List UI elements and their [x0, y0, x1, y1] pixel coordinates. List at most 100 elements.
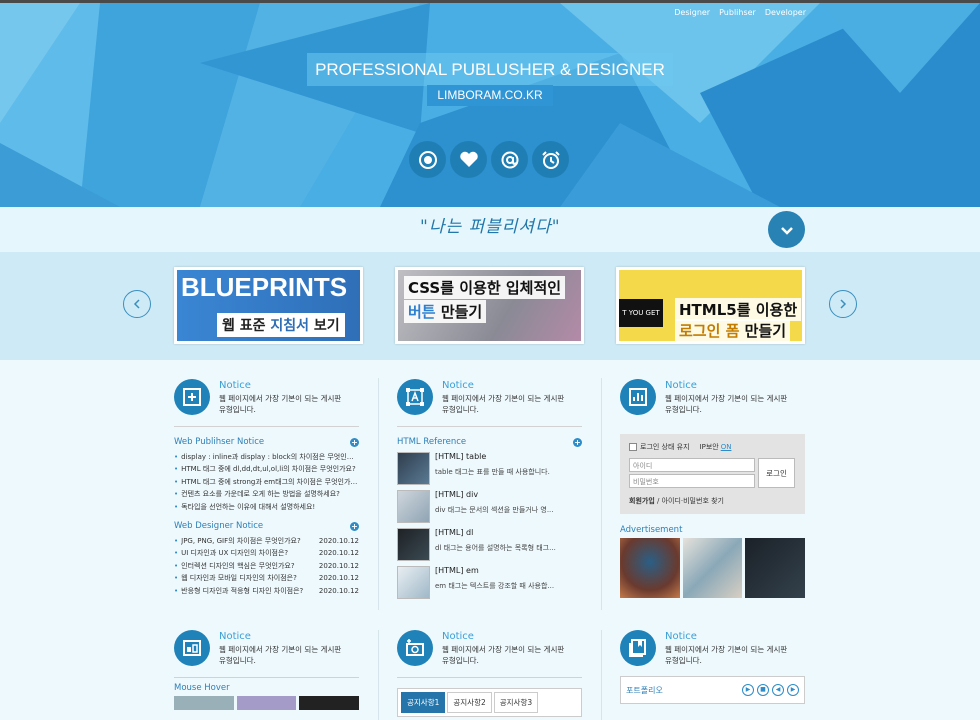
stop-button[interactable]: ■ [757, 684, 769, 696]
keep-login-checkbox[interactable] [629, 443, 637, 451]
list-item[interactable]: • 컨텐츠 요소를 가운데로 오게 하는 방법을 설명하세요? [174, 488, 359, 500]
notice-icon-circle [397, 379, 433, 415]
add-box-icon [183, 388, 201, 406]
join-link[interactable]: 회원가입 [629, 497, 655, 505]
nav-publisher[interactable]: Publihser [719, 8, 756, 17]
slide-line2: 버튼 만들기 [404, 300, 487, 323]
notice-icon-circle [620, 379, 656, 415]
slider-prev-button[interactable] [123, 290, 151, 318]
hero-heart-button[interactable] [450, 141, 487, 178]
hero-alarm-button[interactable] [532, 141, 569, 178]
portfolio-controls: ▶ ■ ◀ ▶ [742, 684, 799, 696]
keep-login-label: 로그인 상태 유지 [640, 443, 690, 451]
more-button[interactable]: + [350, 521, 359, 531]
tab-notice-1[interactable]: 공지사항1 [401, 692, 446, 713]
ad-image[interactable] [745, 538, 806, 598]
slide-html5-login[interactable]: T YOU GET HTML5를 이용한 로그인 폼 만들기 [616, 267, 805, 344]
column-divider [378, 378, 379, 610]
list-item[interactable]: • JPG, PNG, GIF의 차이점은 무엇인가요? 2020.10.12 [174, 535, 359, 547]
portfolio-title: 포트폴리오 [626, 685, 663, 695]
reference-item[interactable]: [HTML] em em 태그는 텍스트를 강조할 때 사용합... [397, 566, 582, 599]
notice-header: Notice 웹 페이지에서 가장 기본이 되는 게시판 유형입니다. [397, 379, 582, 415]
target-icon [418, 150, 437, 169]
more-button[interactable]: + [573, 437, 582, 447]
notice-title: Notice [219, 631, 251, 642]
column-reference: Notice 웹 페이지에서 가장 기본이 되는 게시판 유형입니다. HTML … [397, 379, 582, 599]
hero-at-button[interactable] [491, 141, 528, 178]
list-item[interactable]: • 독타입을 선언하는 이유에 대해서 설명하세요! [174, 501, 359, 513]
play-button[interactable]: ▶ [742, 684, 754, 696]
reference-item[interactable]: [HTML] table table 태그는 표를 만들 때 사용합니다. [397, 452, 582, 485]
heart-icon [459, 151, 478, 167]
notice-header: Notice 웹 페이지에서 가장 기본이 되는 게시판 유형입니다. [620, 630, 805, 666]
slide-label: 웹 표준 지침서 보기 [217, 313, 345, 337]
notice-header: Notice 웹 페이지에서 가장 기본이 되는 게시판 유형입니다. [620, 379, 805, 415]
slider-next-button[interactable] [829, 290, 857, 318]
slide-big-text: BLUEPRINTS [181, 272, 348, 302]
slide-css-button[interactable]: CSS를 이용한 입체적인 버튼 만들기 [395, 267, 584, 344]
reference-item[interactable]: [HTML] div div 태그는 문서의 섹션을 만들거나 영... [397, 490, 582, 523]
column-hover: Notice 웹 페이지에서 가장 기본이 되는 게시판 유형입니다. Mouse… [174, 630, 360, 710]
hero-icon-group [409, 141, 569, 178]
find-account-link[interactable]: / 아이디·비밀번호 찾기 [655, 497, 724, 505]
divider [174, 677, 359, 678]
ad-image[interactable] [620, 538, 680, 598]
notice-header: Notice 웹 페이지에서 가장 기본이 되는 게시판 유형입니다. [397, 630, 582, 666]
list-item[interactable]: • 인터렉션 디자인의 핵심은 무엇인가요? 2020.10.12 [174, 560, 359, 572]
advertisement-title: Advertisement [620, 525, 683, 535]
more-button[interactable]: + [350, 437, 359, 447]
bar-chart-icon [629, 388, 647, 406]
divider [397, 426, 582, 427]
next-button[interactable]: ▶ [787, 684, 799, 696]
password-input[interactable]: 비밀번호 [629, 474, 755, 488]
divider [174, 426, 359, 427]
id-input[interactable]: 아이디 [629, 458, 755, 472]
notice-icon-circle [174, 379, 210, 415]
chevron-right-icon [840, 299, 847, 309]
notice-desc: 웹 페이지에서 가장 기본이 되는 게시판 유형입니다. [442, 394, 565, 414]
notice-header: Notice 웹 페이지에서 가장 기본이 되는 게시판 유형입니다. [174, 379, 359, 415]
scroll-down-button[interactable] [768, 211, 805, 248]
list-item[interactable]: • 웹 디자인과 모바일 디자인의 차이점은? 2020.10.12 [174, 572, 359, 584]
nav-designer[interactable]: Designer [674, 8, 710, 17]
tab-notice-2[interactable]: 공지사항2 [447, 692, 492, 713]
column-login: Notice 웹 페이지에서 가장 기본이 되는 게시판 유형입니다. 로그인 상… [620, 379, 806, 598]
section-title: Web Designer Notice [174, 521, 264, 532]
hero-title: PROFESSIONAL PUBLUSHER & DESIGNER [307, 53, 673, 86]
column-portfolio: Notice 웹 페이지에서 가장 기본이 되는 게시판 유형입니다. 포트폴리오… [620, 630, 805, 704]
hover-image[interactable] [299, 696, 360, 710]
column-publisher: Notice 웹 페이지에서 가장 기본이 되는 게시판 유형입니다. Web P… [174, 379, 359, 597]
notice-desc: 웹 페이지에서 가장 기본이 되는 게시판 유형입니다. [219, 645, 342, 665]
ip-security-toggle[interactable]: ON [721, 443, 732, 451]
notice-icon-circle [174, 630, 210, 666]
hover-image[interactable] [174, 696, 234, 710]
chevron-down-icon [780, 226, 793, 235]
column-divider [601, 378, 602, 610]
divider [397, 677, 582, 678]
slide-black-block: T YOU GET [619, 299, 663, 327]
reference-item[interactable]: [HTML] dl dl 태그는 용어를 설명하는 목록형 태그... [397, 528, 582, 561]
hero-target-button[interactable] [409, 141, 446, 178]
top-nav: Designer Publihser Developer [665, 8, 806, 17]
nav-developer[interactable]: Developer [765, 8, 806, 17]
notice-desc: 웹 페이지에서 가장 기본이 되는 게시판 유형입니다. [665, 645, 788, 665]
list-item[interactable]: • display : inline과 display : block의 차이점은… [174, 451, 359, 463]
hover-image[interactable] [236, 696, 297, 710]
prev-button[interactable]: ◀ [772, 684, 784, 696]
list-item[interactable]: • HTML 태그 중에 dl,dd,dt,ul,ol,li의 차이점은 무엇인가… [174, 463, 359, 475]
ad-image[interactable] [682, 538, 743, 598]
login-button[interactable]: 로그인 [758, 458, 795, 488]
slide-blueprints[interactable]: BLUEPRINTS 웹 표준 지침서 보기 [174, 267, 363, 344]
list-item[interactable]: • HTML 태그 중에 strong과 em태그의 차이점은 무엇인가요? [174, 476, 359, 488]
slide-line2: 로그인 폼 만들기 [675, 319, 791, 341]
hero-banner: Designer Publihser Developer PROFESSIONA… [0, 0, 980, 207]
list-item[interactable]: • 반응형 디자인과 적응형 디자인 차이점은? 2020.10.12 [174, 585, 359, 597]
column-tabs: Notice 웹 페이지에서 가장 기본이 되는 게시판 유형입니다. 공지사항1… [397, 630, 582, 717]
section-title: HTML Reference [397, 437, 467, 447]
hover-images [174, 696, 360, 710]
list-item[interactable]: • UI 디자인과 UX 디자인의 차이점은? 2020.10.12 [174, 547, 359, 559]
notice-tabs: 공지사항1 공지사항2 공지사항3 [397, 688, 582, 717]
designer-notice-list: • JPG, PNG, GIF의 차이점은 무엇인가요? 2020.10.12 • U… [174, 535, 359, 597]
tab-notice-3[interactable]: 공지사항3 [493, 692, 539, 713]
notice-desc: 웹 페이지에서 가장 기본이 되는 게시판 유형입니다. [442, 645, 565, 665]
